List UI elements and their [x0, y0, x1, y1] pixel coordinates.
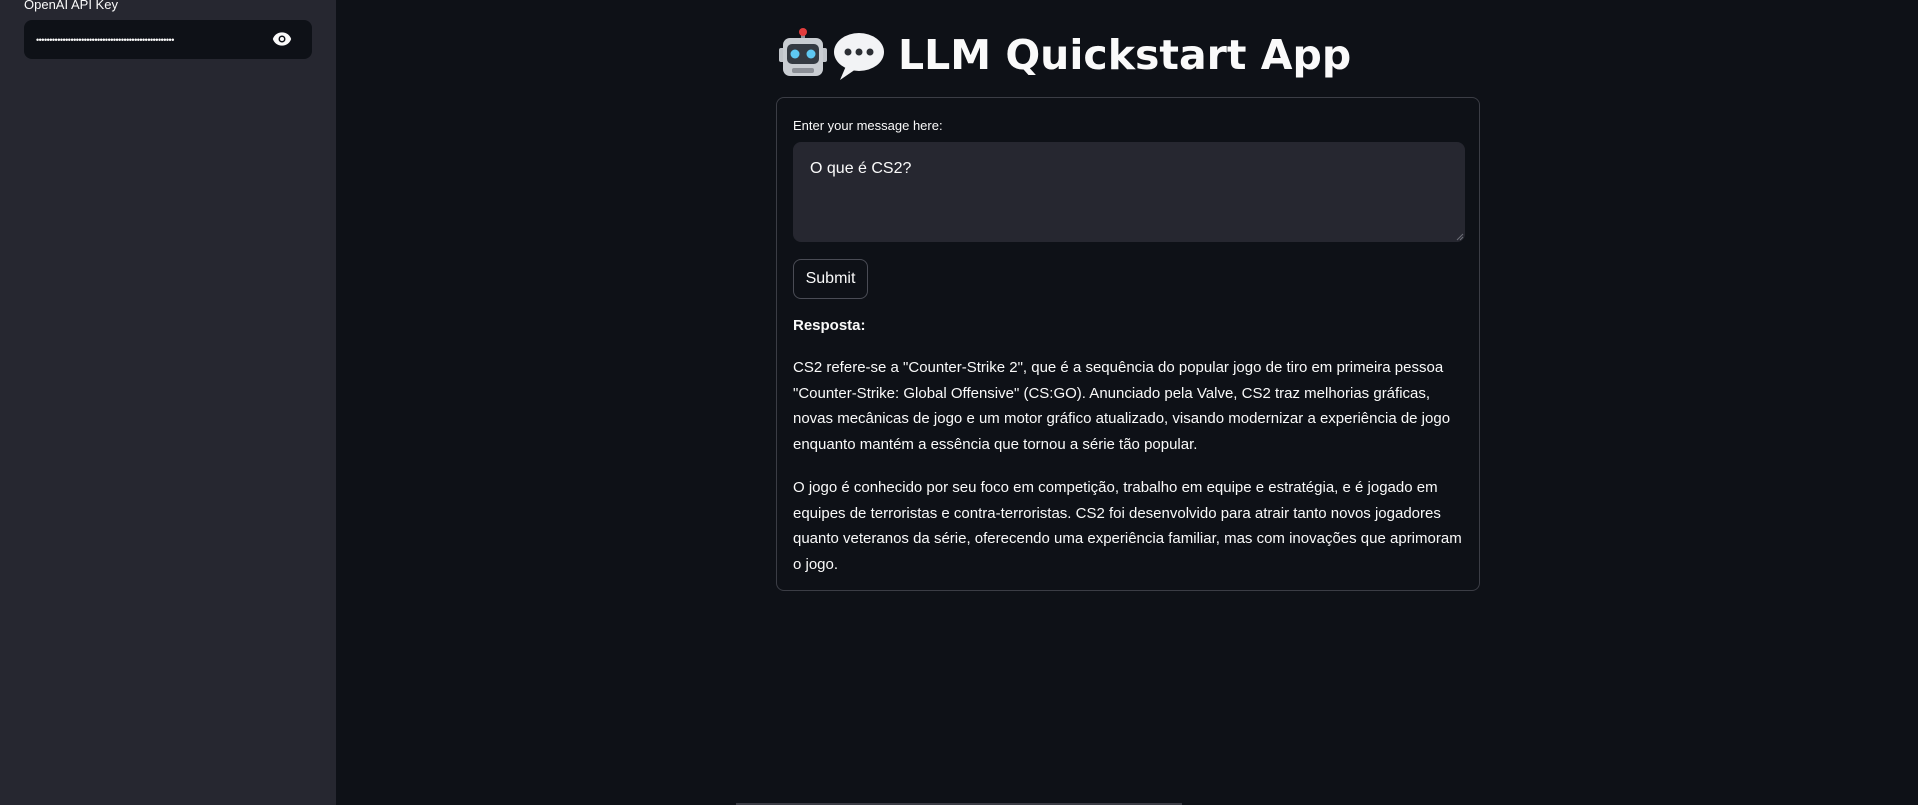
- api-key-field[interactable]: ••••••••••••••••••••••••••••••••••••••••…: [24, 20, 312, 59]
- api-key-label: OpenAI API Key: [24, 0, 118, 12]
- response-paragraph: O jogo é conhecido por seu foco em compe…: [793, 479, 1462, 573]
- resize-grip-icon[interactable]: [1456, 233, 1464, 241]
- response-paragraph: CS2 refere-se a "Counter-Strike 2", que …: [793, 359, 1451, 453]
- speech-bubble-emoji-icon: [834, 33, 884, 80]
- robot-emoji-icon: [779, 28, 827, 76]
- sidebar: OpenAI API Key •••••••••••••••••••••••••…: [0, 0, 336, 805]
- page-title: LLM Quickstart App: [776, 28, 1351, 82]
- message-input[interactable]: O que é CS2?: [793, 142, 1465, 242]
- api-key-input[interactable]: ••••••••••••••••••••••••••••••••••••••••…: [36, 30, 261, 50]
- eye-icon[interactable]: [272, 31, 292, 47]
- submit-button[interactable]: Submit: [793, 259, 868, 299]
- chat-form: Enter your message here: O que é CS2? Su…: [776, 97, 1480, 591]
- response-heading: Resposta:: [793, 317, 866, 334]
- page-title-text: LLM Quickstart App: [898, 31, 1352, 79]
- main-content: LLM Quickstart App Enter your message he…: [336, 0, 1918, 805]
- message-label: Enter your message here:: [793, 118, 943, 133]
